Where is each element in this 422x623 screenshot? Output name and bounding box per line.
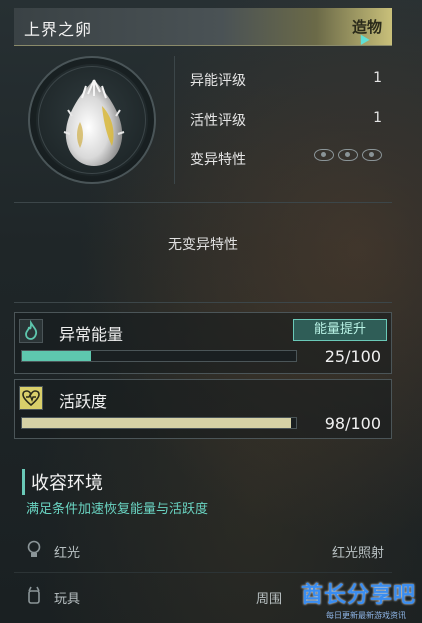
env-name: 玩具 bbox=[54, 592, 81, 607]
item-detail-panel: 上界之卵 造物 异能评级 1 活性评级 1 变异特性 无变异特性 异常能量 能量… bbox=[14, 6, 392, 621]
activity-value: 98/100 bbox=[324, 414, 381, 433]
flame-icon bbox=[19, 319, 43, 343]
toy-icon bbox=[26, 586, 44, 606]
activity-bar bbox=[21, 417, 297, 429]
item-header: 上界之卵 造物 bbox=[14, 8, 392, 46]
stat-ability-label: 异能评级 bbox=[190, 73, 246, 89]
stat-activity-label: 活性评级 bbox=[190, 113, 246, 129]
mutation-slots bbox=[314, 149, 382, 161]
env-row-red-light: 红光 红光照射 bbox=[14, 532, 392, 568]
eye-icon bbox=[338, 149, 358, 161]
containment-subtitle: 满足条件加速恢复能量与活跃度 bbox=[26, 502, 209, 517]
info-divider bbox=[174, 56, 175, 184]
env-value: 周围 bbox=[255, 592, 282, 607]
eye-icon bbox=[314, 149, 334, 161]
item-type-badge: 造物 bbox=[351, 18, 382, 36]
env-name: 红光 bbox=[54, 546, 81, 561]
site-watermark: 酋长分享吧 bbox=[300, 583, 416, 608]
bulb-icon bbox=[26, 540, 44, 560]
env-value: 红光照射 bbox=[331, 546, 384, 561]
item-title: 上界之卵 bbox=[24, 20, 93, 39]
egg-portrait bbox=[28, 56, 156, 184]
row-divider bbox=[14, 572, 392, 573]
activity-label: 活跃度 bbox=[59, 392, 108, 411]
section-divider bbox=[14, 302, 392, 303]
stat-activity-value: 1 bbox=[373, 110, 382, 126]
section-divider bbox=[14, 202, 392, 203]
stat-mutation-label: 变异特性 bbox=[190, 152, 246, 168]
egg-icon bbox=[63, 79, 125, 166]
energy-bar-fill bbox=[22, 351, 91, 361]
activity-box: 活跃度 98/100 bbox=[14, 379, 392, 439]
energy-box: 异常能量 能量提升 25/100 bbox=[14, 312, 392, 374]
site-watermark-sub: 每日更新最新游戏资讯 bbox=[326, 611, 406, 620]
energy-label: 异常能量 bbox=[59, 325, 124, 344]
containment-title: 收容环境 bbox=[22, 469, 103, 495]
heart-icon bbox=[19, 386, 43, 410]
stat-ability-value: 1 bbox=[373, 70, 382, 86]
eye-icon bbox=[362, 149, 382, 161]
energy-value: 25/100 bbox=[324, 347, 381, 366]
mutation-empty-text: 无变异特性 bbox=[168, 237, 238, 253]
energy-bar bbox=[21, 350, 297, 362]
activity-bar-fill bbox=[22, 418, 291, 428]
energy-boost-button[interactable]: 能量提升 bbox=[293, 319, 387, 341]
